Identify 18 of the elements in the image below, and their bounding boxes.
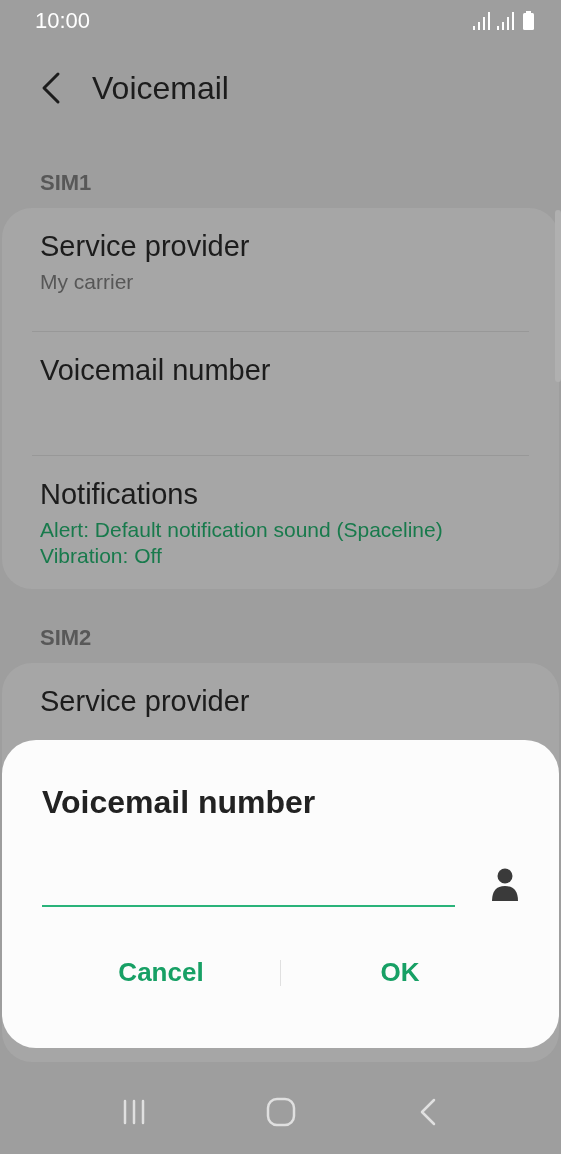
item-title: Service provider [40,230,251,263]
settings-item[interactable]: Service provider My carrier [32,208,529,332]
item-subtitle: Vibration: Off [40,543,163,569]
item-subtitle: My carrier [40,269,135,295]
back-icon[interactable] [40,71,62,105]
home-icon[interactable] [264,1096,297,1128]
item-title: Service provider [40,685,251,718]
section-label: SIM1 [39,169,93,197]
item-title: Notifications [40,478,199,511]
settings-item[interactable]: Voicemail number [32,332,529,456]
section-label: SIM2 [39,624,93,652]
item-title: Voicemail number [40,354,272,387]
settings-item[interactable]: Notifications Alert: Default notification sound (Spaceline) Vibration: Off [32,456,529,589]
item-subtitle: Alert: Default notification sound (Spaceline) [40,517,444,543]
page-title: Voicemail [92,69,229,107]
dialog-title: Voicemail number [42,784,317,821]
status-time: 10:00 [35,8,91,34]
person-icon[interactable] [491,867,519,903]
